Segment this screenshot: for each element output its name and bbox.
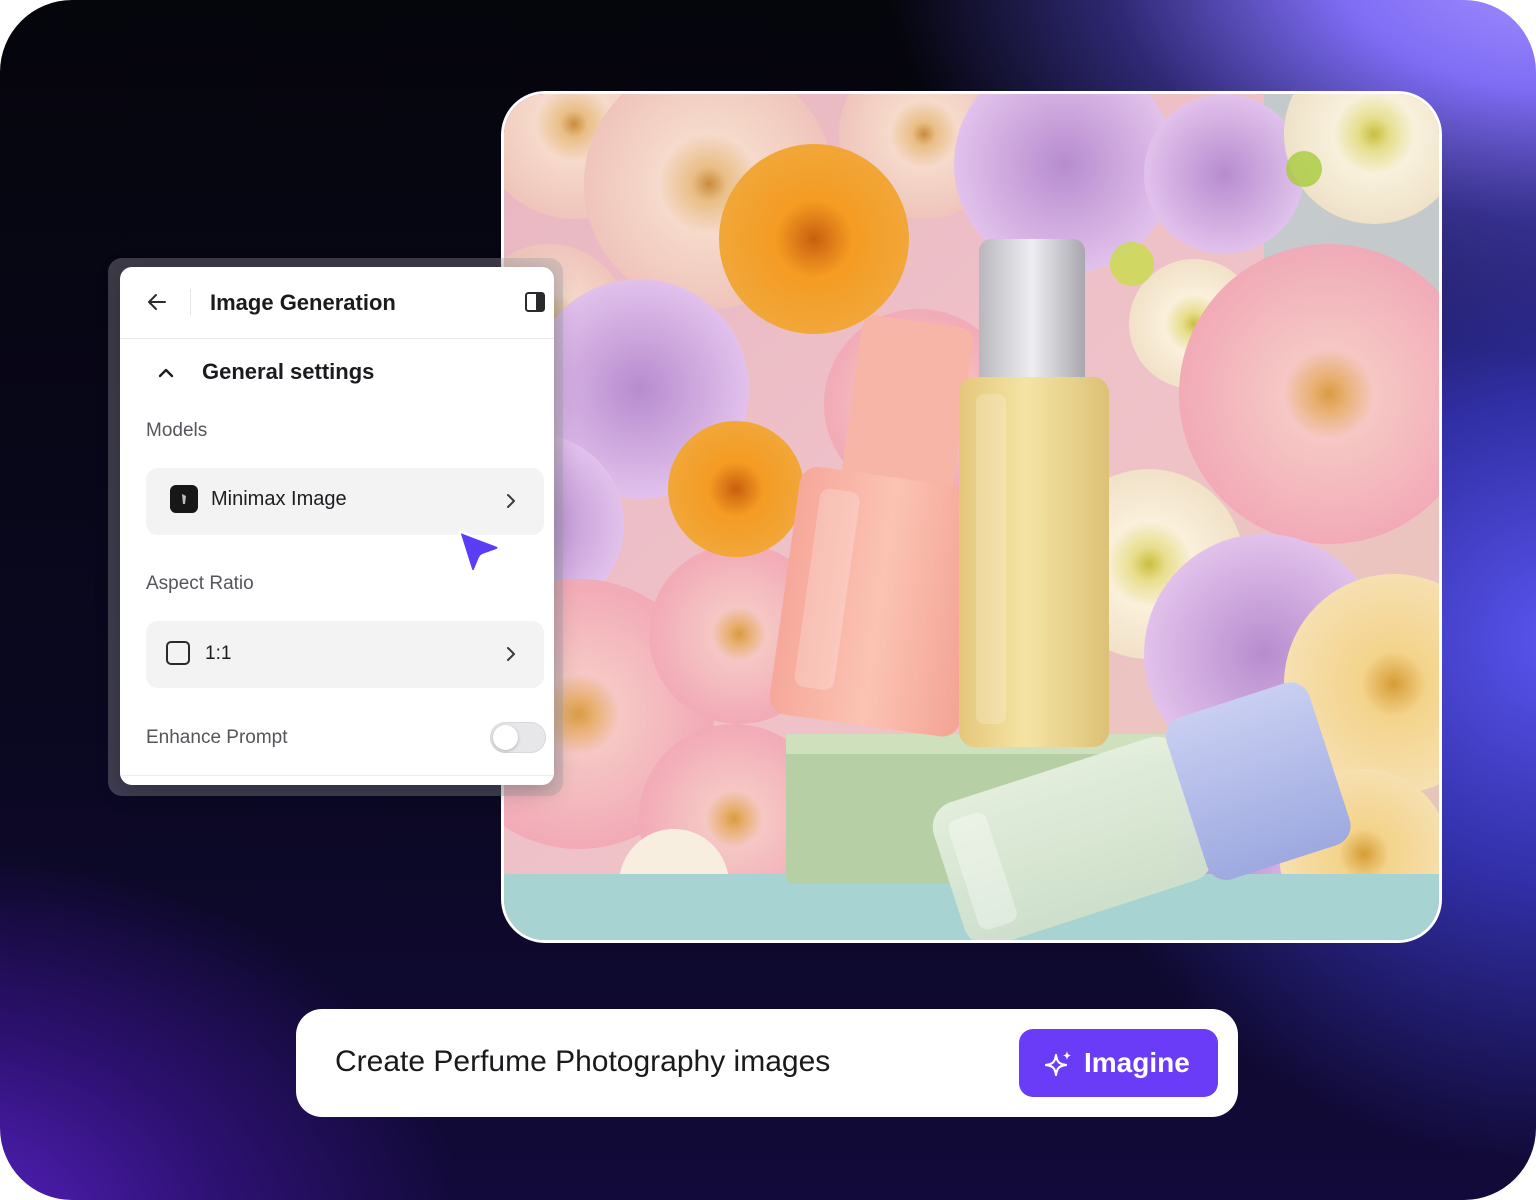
promo-canvas: Image Generation General settings Models… (0, 0, 1536, 1200)
aspect-ratio-value: 1:1 (205, 643, 232, 664)
pointer-cursor-icon (458, 530, 501, 573)
sidebar-toggle-icon[interactable] (524, 291, 546, 313)
imagine-button[interactable]: Imagine (1019, 1029, 1218, 1097)
sparkle-icon (1044, 1051, 1071, 1077)
enhance-prompt-toggle[interactable] (490, 722, 546, 753)
square-ratio-icon (166, 641, 190, 665)
chevron-right-icon (507, 494, 515, 508)
prompt-input[interactable]: Create Perfume Photography images (335, 1045, 830, 1079)
model-select[interactable]: Minimax Image (146, 468, 544, 535)
chevron-right-icon (507, 647, 515, 661)
imagine-label: Imagine (1084, 1047, 1190, 1078)
panel-title: Image Generation (210, 290, 396, 315)
enhance-prompt-label: Enhance Prompt (146, 727, 288, 748)
generated-image (501, 91, 1442, 943)
chevron-up-icon (158, 368, 174, 378)
back-arrow-icon[interactable] (146, 291, 168, 313)
model-value: Minimax Image (211, 488, 347, 510)
model-logo-icon (170, 485, 198, 513)
aspect-ratio-label: Aspect Ratio (146, 573, 254, 594)
section-title: General settings (202, 359, 375, 384)
prompt-bar: Create Perfume Photography images Imagin… (296, 1009, 1238, 1117)
perfume-photo-illustration (504, 94, 1439, 940)
panel-divider (120, 775, 554, 776)
panel-header: Image Generation (120, 267, 554, 339)
aspect-ratio-select[interactable]: 1:1 (146, 621, 544, 688)
toggle-knob (493, 725, 518, 750)
header-divider (190, 289, 191, 315)
models-label: Models (146, 420, 208, 441)
